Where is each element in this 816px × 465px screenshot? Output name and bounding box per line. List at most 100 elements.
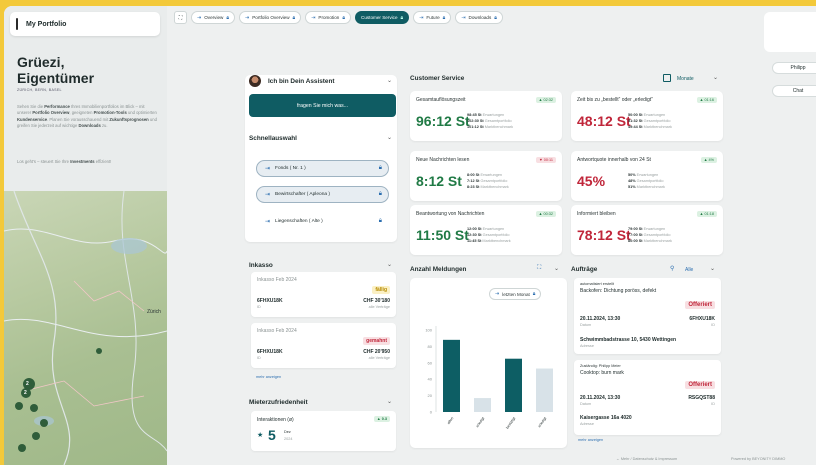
quick-item-bewirtschafter[interactable]: ⇥ Bewirtschafter ( Apleona ) 🔒︎: [256, 186, 389, 203]
x-tick-label: erledigt: [537, 416, 547, 428]
kpi-benchmark: 101:12 St Marktbenchmark: [467, 125, 514, 129]
footer-links[interactable]: ← Mehr / Datenschutz & Impressum: [616, 457, 677, 461]
inkasso-item[interactable]: Inkasso Feb 2024 gemahnt 6FHXU18K ID CHF…: [251, 323, 396, 368]
kpi-card[interactable]: Informiert bleiben ▲ 01:18 78:12 St 79:00 S…: [571, 205, 723, 255]
tab-downloads[interactable]: ⇥ Downloads 🔒︎: [455, 11, 503, 24]
star-icon: ★: [257, 432, 264, 439]
kpi-benchmark: 51% Marktbenchmark: [628, 185, 665, 189]
inkasso-more-link[interactable]: mehr anzeigen: [256, 375, 281, 379]
chevron-down-icon[interactable]: ⌄: [387, 77, 392, 84]
portfolio-brand-button[interactable]: My Portfolio: [10, 12, 160, 36]
kpi-benchmark: 11:45 St Marktbenchmark: [467, 239, 511, 243]
tab-promotion[interactable]: ⇥ Promotion 🔒︎: [305, 11, 351, 24]
chart-bar-2[interactable]: [474, 398, 491, 412]
period-select[interactable]: Monate: [677, 76, 694, 82]
portfolio-map[interactable]: 2 2 Zürich: [4, 191, 167, 465]
kpi-benchmark: 51:32 St Gesamtportfolio: [628, 119, 671, 123]
x-tick-label: offen: [446, 416, 454, 425]
lock-icon: 🔒︎: [494, 14, 497, 21]
y-tick-label: 20: [428, 393, 433, 398]
chevron-down-icon[interactable]: ⌄: [713, 74, 718, 81]
reports-chart-card: ⇥ letzten Monat 🔒︎ 100 80 60 40 20 0 offen erledi…: [410, 278, 567, 448]
map-marker[interactable]: [40, 419, 48, 427]
order-item[interactable]: Zuständig: Philipp Meier Cooktop: burn m…: [574, 360, 721, 435]
customer-service-title: Customer Service: [410, 75, 465, 82]
orders-more-link[interactable]: mehr anzeigen: [578, 438, 603, 442]
trend-badge: ▲ 4%: [700, 157, 717, 163]
kpi-value: 48:12 St: [577, 113, 631, 129]
quick-item-liegenschaften[interactable]: ⇥ Liegenschaften ( Alte ) 🔒︎: [256, 213, 389, 230]
chat-button[interactable]: Chat: [772, 85, 816, 97]
lock-icon: 🔒︎: [378, 191, 382, 197]
map-marker[interactable]: [15, 402, 23, 410]
chevron-down-icon[interactable]: ⌄: [387, 261, 392, 268]
map-marker[interactable]: [30, 404, 38, 412]
enter-icon: ⇥: [461, 14, 466, 21]
kpi-card[interactable]: Zeit bis zu „bestellt“ oder „erledigt“ ▲ …: [571, 91, 723, 141]
tab-customer-service[interactable]: Customer Service 🔒︎: [355, 11, 410, 24]
kpi-benchmark: 12:00 St Erwartungen: [467, 227, 505, 231]
kpi-value: 45%: [577, 173, 606, 189]
status-badge: Offeriert: [685, 381, 715, 389]
expand-icon[interactable]: ⛶: [537, 265, 541, 272]
tab-portfolio-overview[interactable]: ⇥ Portfolio Overview 🔒︎: [239, 11, 302, 24]
tab-overview[interactable]: ⇥ Overview 🔒︎: [191, 11, 236, 24]
enter-icon: ⇥: [197, 14, 202, 21]
intro-cta-text: Los geht's – steuert Sie Ihre Investment…: [17, 159, 112, 164]
calendar-icon[interactable]: [663, 74, 671, 82]
tab-future[interactable]: ⇥ Future 🔒︎: [413, 11, 452, 24]
tenant-satisfaction-title: Mieterzufriedenheit: [249, 399, 308, 406]
kpi-benchmark: 7:12 St Gesamtportfolio: [467, 179, 508, 183]
kpi-card[interactable]: Neue Nachrichten lesen ▼ 00:11 8:12 St 8:00…: [410, 151, 562, 201]
expand-icon[interactable]: ⛶: [174, 11, 187, 24]
assistant-avatar: [249, 75, 261, 87]
kpi-value: 11:50 St: [416, 227, 469, 243]
kpi-card[interactable]: Antwortquote innerhalb von 24 St ▲ 4% 45% 5…: [571, 151, 723, 201]
chevron-down-icon[interactable]: ⌄: [554, 265, 559, 272]
status-badge: Offeriert: [685, 301, 715, 309]
user-button[interactable]: Philipp: [772, 62, 816, 74]
trend-badge: ▲ 00:32: [535, 211, 556, 217]
lock-icon: 🔒︎: [292, 14, 296, 21]
y-tick-label: 80: [428, 344, 433, 349]
y-tick-label: 60: [428, 360, 433, 365]
status-badge: gemahnt: [363, 337, 390, 345]
kpi-benchmark: 79:00 St Erwartungen: [628, 227, 666, 231]
intro-text: Sehen Sie die Performance Ihres Immobili…: [17, 104, 157, 128]
kpi-title: Beantwortung von Nachrichten: [416, 211, 485, 217]
kpi-value: 78:12 St: [577, 227, 631, 243]
kpi-value: 96:12 St: [416, 113, 470, 129]
map-marker[interactable]: [32, 432, 40, 440]
map-marker[interactable]: [18, 444, 26, 452]
lock-icon: 🔒︎: [226, 14, 230, 21]
kpi-benchmark: 50% Erwartungen: [628, 173, 659, 177]
kpi-benchmark: 8:00 St Erwartungen: [467, 173, 503, 177]
location: ZÜRICH, BERN, BASEL: [17, 88, 62, 92]
quick-item-fonds[interactable]: ⇥ Fonds ( Nr. 1 ) 🔒︎: [256, 160, 389, 177]
status-badge: fällig: [372, 286, 390, 294]
kpi-card[interactable]: Beantwortung von Nachrichten ▲ 00:32 11:50…: [410, 205, 562, 255]
chart-bar-4[interactable]: [536, 368, 553, 412]
y-tick-label: 100: [425, 328, 432, 333]
user-panel: [764, 12, 816, 52]
kpi-card[interactable]: Gesamtauflösungszeit ▲ 02:32 96:12 St 98:45…: [410, 91, 562, 141]
right-panel: Philipp Chat: [760, 6, 816, 465]
inkasso-item[interactable]: Inkasso Feb 2024 fällig 6FHXU18K ID CHF …: [251, 272, 396, 317]
brand-icon: [16, 18, 18, 30]
map-marker-count: 2: [26, 381, 29, 387]
trend-badge: ▲ 02:32: [535, 97, 556, 103]
chevron-down-icon[interactable]: ⌄: [387, 134, 392, 141]
map-marker[interactable]: [96, 348, 102, 354]
chevron-down-icon[interactable]: ⌄: [710, 265, 715, 272]
order-item[interactable]: automatisiert erstellt Backofen: Dichtun…: [574, 278, 721, 354]
kpi-title: Informiert bleiben: [577, 211, 616, 217]
ask-assistant-button[interactable]: fragen Sie mich was...: [249, 94, 396, 117]
kpi-title: Neue Nachrichten lesen: [416, 157, 470, 163]
chart-bar-3[interactable]: [505, 358, 522, 412]
orders-filter-select[interactable]: Alle: [685, 267, 693, 273]
sidebar: My Portfolio Grüezi, Eigentümer ZÜRICH, …: [4, 6, 167, 465]
chart-bar-1[interactable]: [443, 339, 460, 412]
filter-icon[interactable]: ⚲: [670, 265, 674, 272]
chevron-down-icon[interactable]: ⌄: [387, 398, 392, 405]
satisfaction-score: 5: [268, 427, 276, 443]
